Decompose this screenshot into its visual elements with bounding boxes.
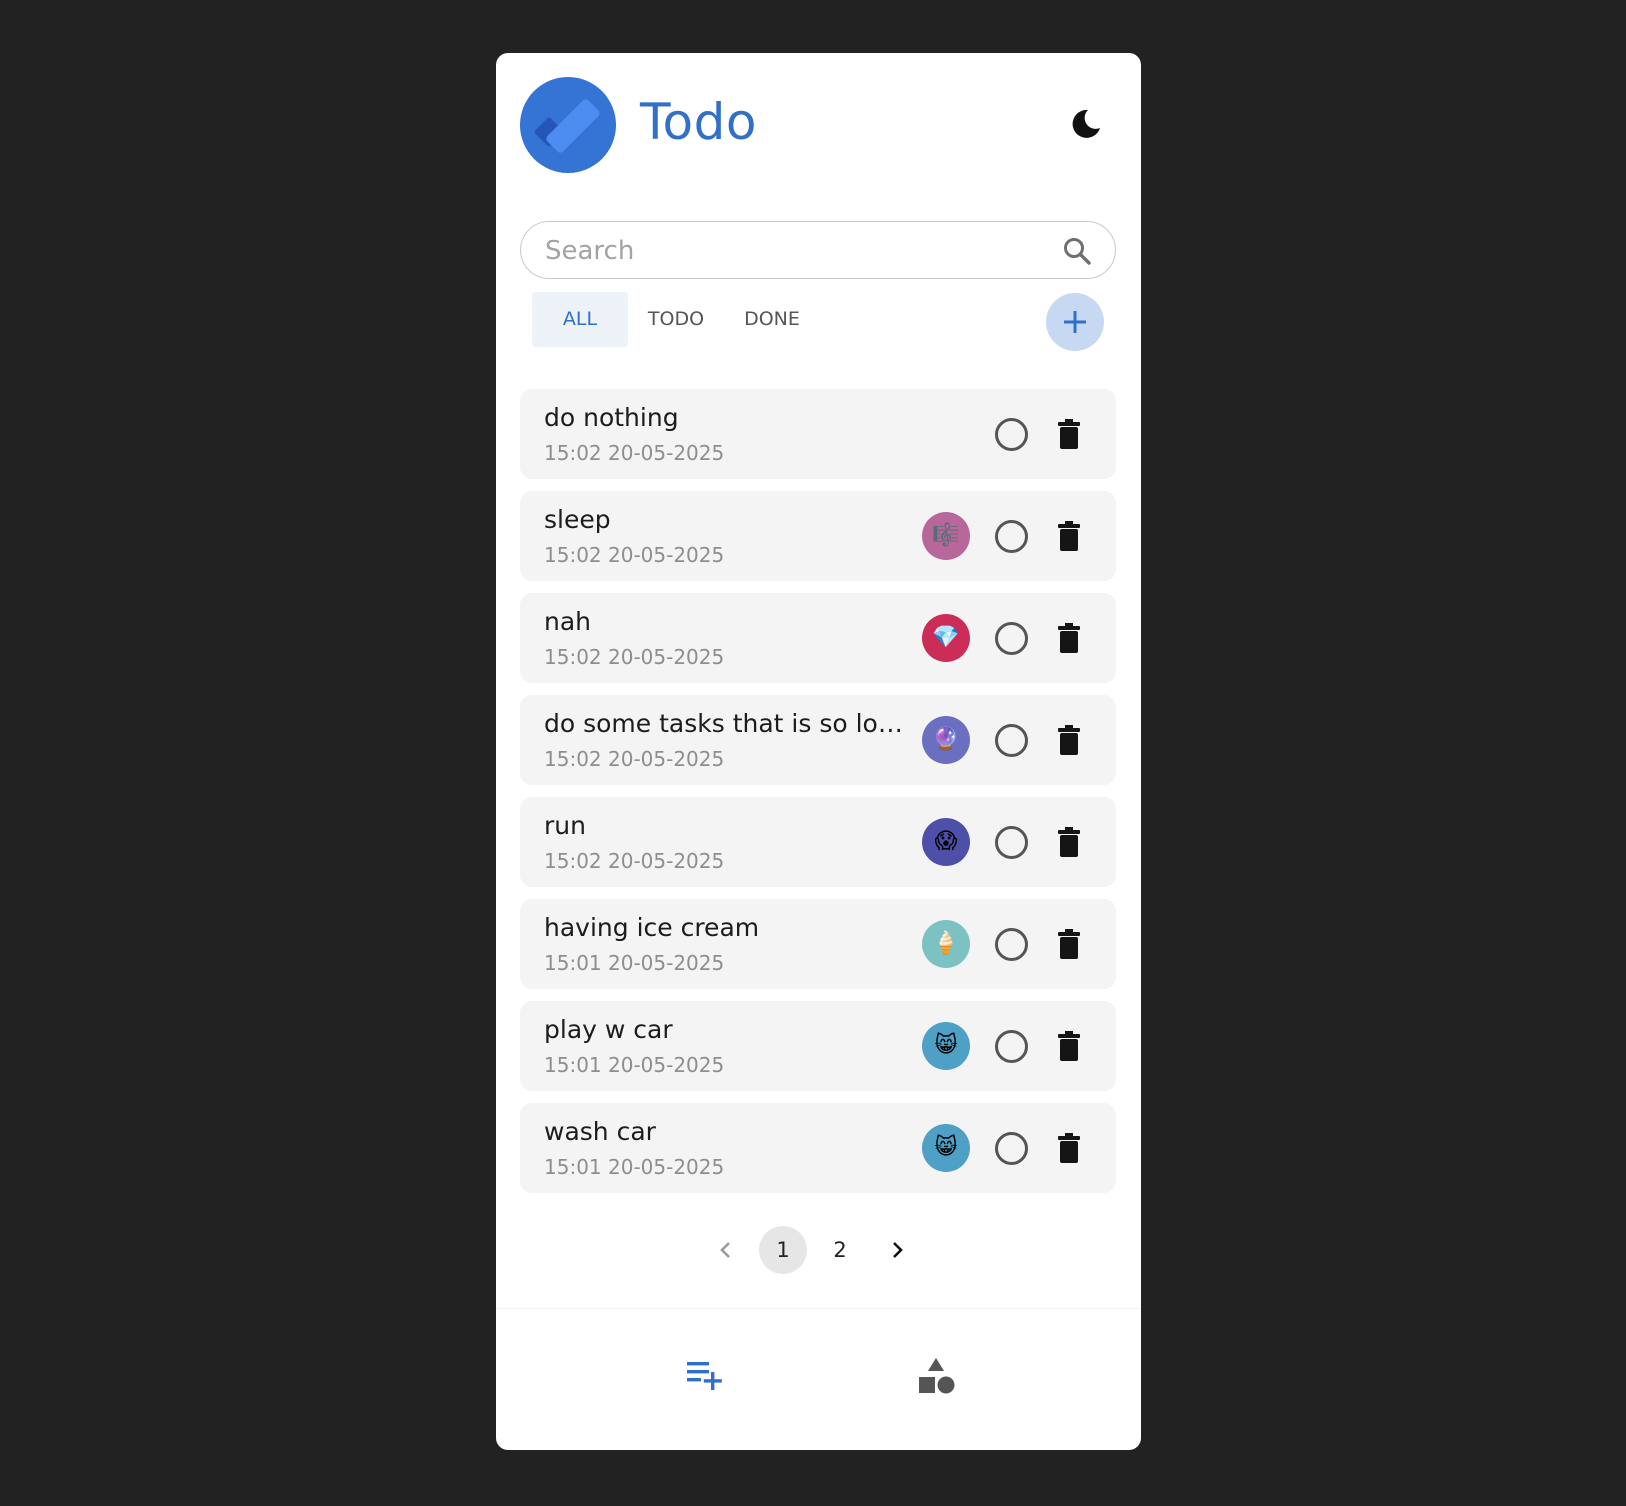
complete-toggle-circle-icon[interactable] xyxy=(995,1030,1028,1063)
pagination-page-2[interactable]: 2 xyxy=(816,1226,864,1274)
search-box xyxy=(520,221,1116,279)
delete-trash-icon[interactable] xyxy=(1057,520,1081,552)
pagination-page-1[interactable]: 1 xyxy=(759,1226,807,1274)
todo-app-card: Todo ALL TODO DONE do nothing 15:02 20-05… xyxy=(496,53,1141,1450)
todo-emoji-avatar: 🍦 xyxy=(922,920,970,968)
todo-title: run xyxy=(544,811,586,840)
todo-timestamp: 15:02 20-05-2025 xyxy=(544,747,725,771)
todo-emoji-avatar: 🔮 xyxy=(922,716,970,764)
todo-emoji-avatar: 😸 xyxy=(922,1124,970,1172)
playlist-add-icon xyxy=(687,1362,722,1390)
nav-add-list-button[interactable] xyxy=(683,1354,727,1398)
todo-item[interactable]: sleep 15:02 20-05-2025 🎼 xyxy=(520,491,1116,581)
todo-title: nah xyxy=(544,607,592,636)
complete-toggle-circle-icon[interactable] xyxy=(995,418,1028,451)
search-input[interactable] xyxy=(543,232,1047,270)
todo-timestamp: 15:01 20-05-2025 xyxy=(544,1155,725,1179)
complete-toggle-circle-icon[interactable] xyxy=(995,520,1028,553)
todo-title: do some tasks that is so long... xyxy=(544,709,914,738)
delete-trash-icon[interactable] xyxy=(1057,928,1081,960)
complete-toggle-circle-icon[interactable] xyxy=(995,826,1028,859)
todo-logo-icon xyxy=(520,77,616,173)
pagination-next-button[interactable] xyxy=(873,1226,921,1274)
category-shapes-icon xyxy=(919,1358,955,1394)
complete-toggle-circle-icon[interactable] xyxy=(995,1132,1028,1165)
delete-trash-icon[interactable] xyxy=(1057,826,1081,858)
todo-emoji-avatar: 😱 xyxy=(922,818,970,866)
todo-item[interactable]: run 15:02 20-05-2025 😱 xyxy=(520,797,1116,887)
todo-title: do nothing xyxy=(544,403,679,432)
complete-toggle-circle-icon[interactable] xyxy=(995,724,1028,757)
delete-trash-icon[interactable] xyxy=(1057,622,1081,654)
todo-timestamp: 15:02 20-05-2025 xyxy=(544,543,725,567)
app-title: Todo xyxy=(640,93,757,151)
todo-item[interactable]: do nothing 15:02 20-05-2025 xyxy=(520,389,1116,479)
bottom-navigation xyxy=(496,1308,1141,1450)
tab-all[interactable]: ALL xyxy=(532,292,628,347)
todo-title: sleep xyxy=(544,505,611,534)
todo-title: play w car xyxy=(544,1015,673,1044)
todo-item[interactable]: wash car 15:01 20-05-2025 😸 xyxy=(520,1103,1116,1193)
todo-title: wash car xyxy=(544,1117,656,1146)
todo-emoji-avatar: 💎 xyxy=(922,614,970,662)
todo-emoji-avatar: 🎼 xyxy=(922,512,970,560)
search-icon[interactable] xyxy=(1061,235,1093,267)
app-header: Todo xyxy=(496,53,1141,233)
moon-icon[interactable] xyxy=(1068,106,1104,142)
todo-timestamp: 15:02 20-05-2025 xyxy=(544,441,725,465)
plus-icon xyxy=(1064,311,1086,333)
todo-item[interactable]: play w car 15:01 20-05-2025 😸 xyxy=(520,1001,1116,1091)
chevron-right-icon xyxy=(893,1242,903,1258)
delete-trash-icon[interactable] xyxy=(1057,1030,1081,1062)
todo-timestamp: 15:01 20-05-2025 xyxy=(544,951,725,975)
delete-trash-icon[interactable] xyxy=(1057,1132,1081,1164)
todo-item[interactable]: nah 15:02 20-05-2025 💎 xyxy=(520,593,1116,683)
todo-item[interactable]: do some tasks that is so long... 15:02 20… xyxy=(520,695,1116,785)
todo-emoji-avatar: 😸 xyxy=(922,1022,970,1070)
chevron-left-icon xyxy=(720,1242,730,1258)
delete-trash-icon[interactable] xyxy=(1057,418,1081,450)
complete-toggle-circle-icon[interactable] xyxy=(995,928,1028,961)
pagination: 1 2 xyxy=(496,1226,1141,1276)
todo-timestamp: 15:02 20-05-2025 xyxy=(544,849,725,873)
delete-trash-icon[interactable] xyxy=(1057,724,1081,756)
add-todo-button[interactable] xyxy=(1046,293,1104,351)
tab-todo[interactable]: TODO xyxy=(628,292,724,347)
complete-toggle-circle-icon[interactable] xyxy=(995,622,1028,655)
todo-item[interactable]: having ice cream 15:01 20-05-2025 🍦 xyxy=(520,899,1116,989)
todo-title: having ice cream xyxy=(544,913,760,942)
pagination-prev-button[interactable] xyxy=(702,1226,750,1274)
todo-timestamp: 15:02 20-05-2025 xyxy=(544,645,725,669)
todo-timestamp: 15:01 20-05-2025 xyxy=(544,1053,725,1077)
tab-done[interactable]: DONE xyxy=(724,292,820,347)
nav-categories-button[interactable] xyxy=(914,1354,958,1398)
